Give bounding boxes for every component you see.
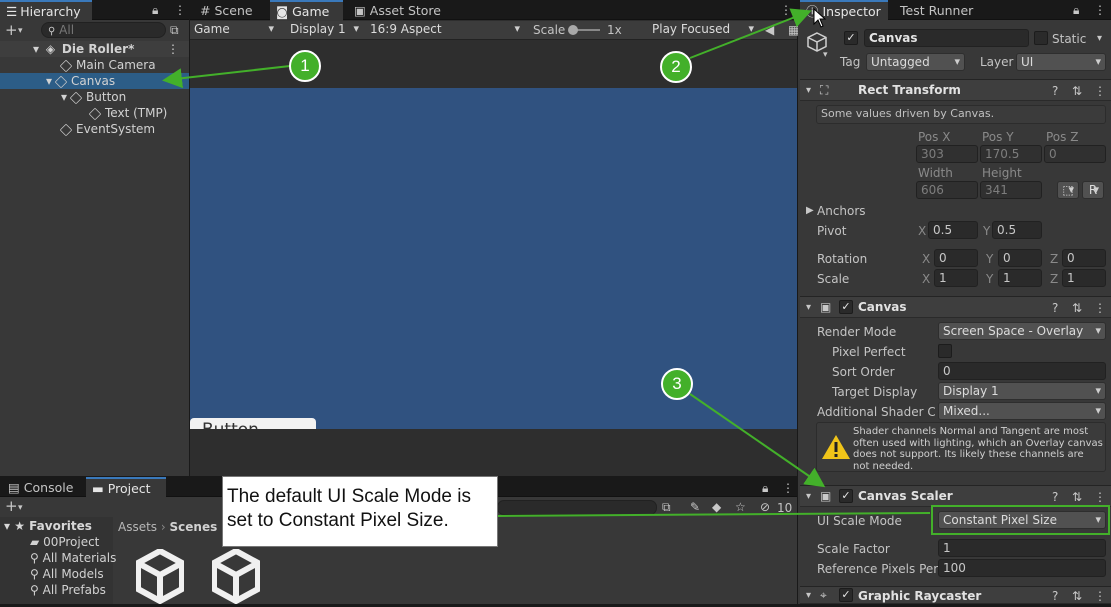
- step-marker-1: 1: [289, 50, 321, 82]
- step-marker-2: 2: [660, 51, 692, 83]
- arrow-3: [689, 393, 826, 488]
- annotation-callout: The default UI Scale Mode is set to Cons…: [222, 476, 498, 547]
- arrow-callout: [497, 512, 931, 517]
- annotation-arrows: [162, 8, 931, 517]
- arrow-2: [689, 8, 812, 59]
- arrow-1: [162, 65, 291, 89]
- callout-text: The default UI Scale Mode is set to Cons…: [227, 486, 471, 531]
- step-marker-3: 3: [661, 368, 693, 400]
